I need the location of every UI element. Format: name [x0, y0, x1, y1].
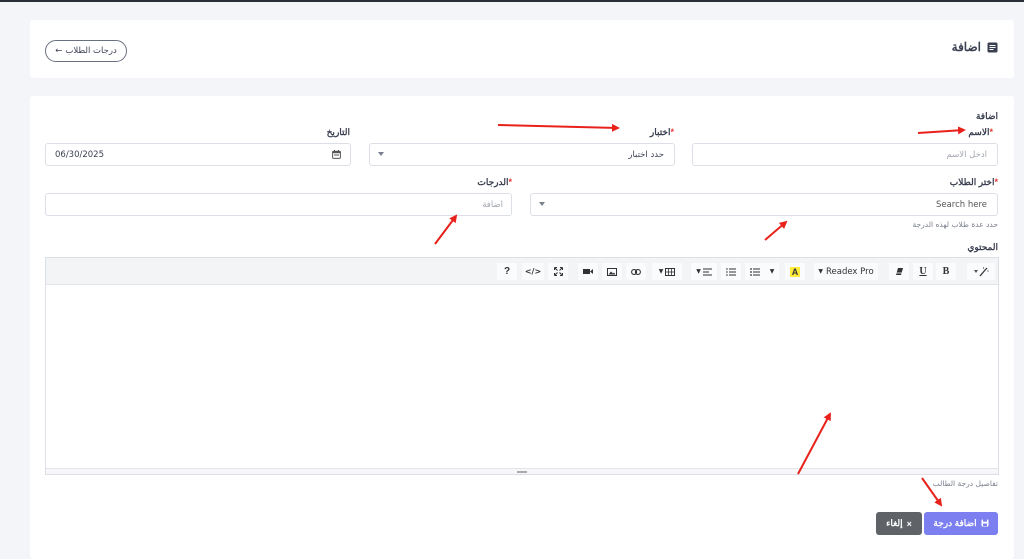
font-name-value: Readex Pro — [825, 266, 874, 277]
paragraph-align-dropdown[interactable]: ▼ — [691, 263, 717, 280]
page-title-text: اضافة — [951, 40, 981, 54]
top-border — [0, 0, 1024, 2]
link-button[interactable] — [626, 263, 646, 280]
name-label: *الاسم — [968, 127, 993, 137]
name-input[interactable]: ادخل الاسم — [692, 143, 998, 166]
submit-label: اضافة درجة — [933, 518, 977, 528]
ordered-list-icon — [726, 267, 736, 276]
exam-selected-value: حدد اختبار — [628, 150, 664, 160]
grades-label: *الدرجات — [477, 177, 512, 187]
video-button[interactable] — [578, 263, 598, 280]
header-card: اضافة درجات الطلاب ← — [30, 20, 1014, 78]
students-search-placeholder: Search here — [935, 200, 987, 210]
document-icon — [986, 41, 998, 53]
list-style-dropdown[interactable]: ▼ — [765, 263, 779, 280]
picture-button[interactable] — [602, 263, 622, 280]
back-to-grades-button[interactable]: درجات الطلاب ← — [45, 40, 127, 62]
table-icon — [665, 267, 676, 276]
name-placeholder: ادخل الاسم — [946, 150, 987, 160]
form-section-title: اضافة — [975, 111, 998, 121]
choice-label: *اختبار — [649, 127, 674, 137]
chevron-down-icon: ▼ — [658, 268, 664, 275]
grades-placeholder: اضافة — [482, 200, 503, 210]
cancel-label: إلغاء — [886, 518, 903, 528]
ordered-list-button[interactable] — [721, 263, 741, 280]
table-dropdown[interactable]: ▼ — [652, 263, 682, 280]
chevron-down-icon: ▼ — [769, 268, 775, 275]
close-icon: × — [906, 518, 912, 529]
form-card: اضافة *الاسم *اختبار التاريخ ادخل الاسم … — [30, 96, 1014, 559]
students-search-select[interactable]: Search here — [530, 193, 998, 216]
chevron-down-icon — [539, 202, 545, 206]
back-button-label: درجات الطلاب — [65, 46, 117, 56]
magic-wand-icon — [974, 266, 989, 276]
students-label: *اختر الطلاب — [949, 177, 998, 187]
add-grade-submit-button[interactable]: اضافة درجة — [924, 512, 998, 535]
align-left-icon — [702, 268, 712, 275]
content-label: المحتوي — [967, 242, 998, 252]
chevron-down-icon: ▼ — [818, 268, 823, 275]
page-title: اضافة — [952, 40, 998, 54]
chevron-down-icon — [378, 152, 384, 156]
cancel-button[interactable]: × إلغاء — [876, 512, 922, 535]
text-color-button[interactable]: A — [785, 263, 805, 280]
grades-input[interactable]: اضافة — [45, 193, 512, 216]
fullscreen-button[interactable] — [548, 263, 568, 280]
image-icon — [607, 267, 617, 276]
code-view-button[interactable]: </> — [522, 263, 544, 280]
highlight-color-icon: A — [789, 266, 801, 277]
calendar-icon[interactable] — [332, 150, 341, 162]
arrow-left-icon: ← — [55, 46, 63, 56]
grip-icon — [517, 470, 527, 473]
date-input[interactable]: 06/30/2025 — [45, 143, 351, 166]
bold-button[interactable]: B — [936, 263, 956, 280]
help-button[interactable]: ? — [497, 263, 517, 280]
eraser-button[interactable] — [889, 263, 909, 280]
font-name-dropdown[interactable]: ▼ Readex Pro — [814, 263, 878, 280]
content-hint: تفاصيل درجة الطالب — [932, 479, 998, 488]
editor-resize-handle[interactable] — [46, 468, 998, 474]
date-value: 06/30/2025 — [55, 150, 104, 160]
fullscreen-icon — [553, 267, 563, 276]
exam-select[interactable]: حدد اختبار — [369, 143, 675, 166]
save-icon — [981, 519, 989, 529]
underline-button[interactable]: U — [913, 263, 933, 280]
link-icon — [631, 268, 641, 275]
video-icon — [583, 269, 593, 274]
editor-toolbar: B U ▼ Readex Pro A ▼ ▼ ▼ </> ? — [46, 258, 998, 285]
editor-content-area[interactable] — [46, 285, 998, 469]
bullet-list-button[interactable] — [745, 263, 765, 280]
magic-wand-button[interactable] — [967, 263, 995, 280]
rich-text-editor: B U ▼ Readex Pro A ▼ ▼ ▼ </> ? — [45, 257, 999, 475]
eraser-icon — [895, 268, 903, 275]
students-hint: حدد عدة طلاب لهذه الدرجة — [912, 220, 999, 229]
date-label: التاريخ — [326, 127, 350, 137]
chevron-down-icon: ▼ — [696, 268, 701, 275]
unordered-list-icon — [750, 267, 760, 276]
